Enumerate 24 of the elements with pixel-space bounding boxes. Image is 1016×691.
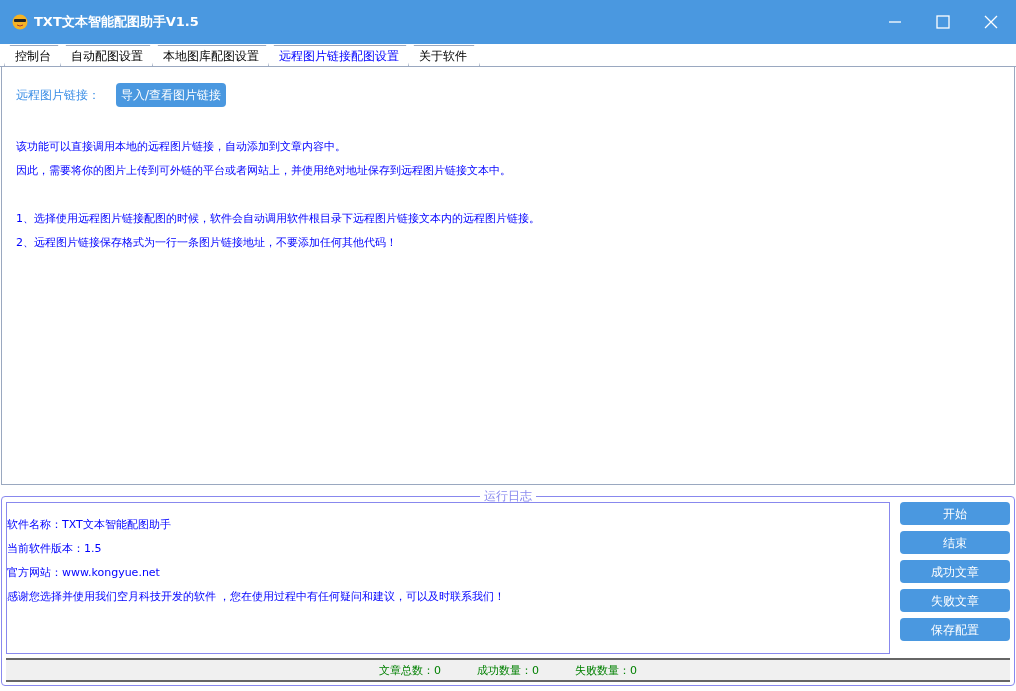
action-button[interactable]: 结束 <box>900 531 1010 554</box>
sunglasses-face-icon <box>12 14 28 30</box>
close-icon[interactable] <box>984 15 998 29</box>
log-line: 官方网站：www.kongyue.net <box>7 565 161 581</box>
description-text: 因此，需要将你的图片上传到可外链的平台或者网站上，并使用绝对地址保存到远程图片链接文本中。 <box>16 163 512 179</box>
maximize-icon[interactable] <box>936 15 950 29</box>
note-text: 2、远程图片链接保存格式为一行一条图片链接地址，不要添加任何其他代码！ <box>16 235 398 251</box>
window-title: TXT文本智能配图助手V1.5 <box>34 13 200 31</box>
log-line: 感谢您选择并使用我们空月科技开发的软件 ，您在使用过程中有任何疑问和建议，可以及时联系我们！ <box>7 589 507 605</box>
action-button[interactable]: 失败文章 <box>900 589 1010 612</box>
log-line: 软件名称：TXT文本智能配图助手 <box>7 517 172 533</box>
log-line: 当前软件版本：1.5 <box>7 541 103 557</box>
status-count: 文章总数：0 <box>379 662 441 678</box>
description-text: 该功能可以直接调用本地的远程图片链接，自动添加到文章内容中。 <box>16 139 347 155</box>
action-button[interactable]: 保存配置 <box>900 618 1010 641</box>
tab[interactable]: 关于软件 <box>408 45 480 66</box>
status-count: 失败数量：0 <box>575 662 637 678</box>
action-button[interactable]: 成功文章 <box>900 560 1010 583</box>
import-button[interactable]: 导入/查看图片链接 <box>116 83 227 107</box>
action-button[interactable]: 开始 <box>900 502 1010 525</box>
status-count: 成功数量：0 <box>477 662 539 678</box>
field-label: 远程图片链接： <box>16 86 100 104</box>
log-title: 运行日志 <box>483 490 533 502</box>
note-text: 1、选择使用远程图片链接配图的时候，软件会自动调用软件根目录下远程图片链接文本内的远程图片链接。 <box>16 211 541 227</box>
